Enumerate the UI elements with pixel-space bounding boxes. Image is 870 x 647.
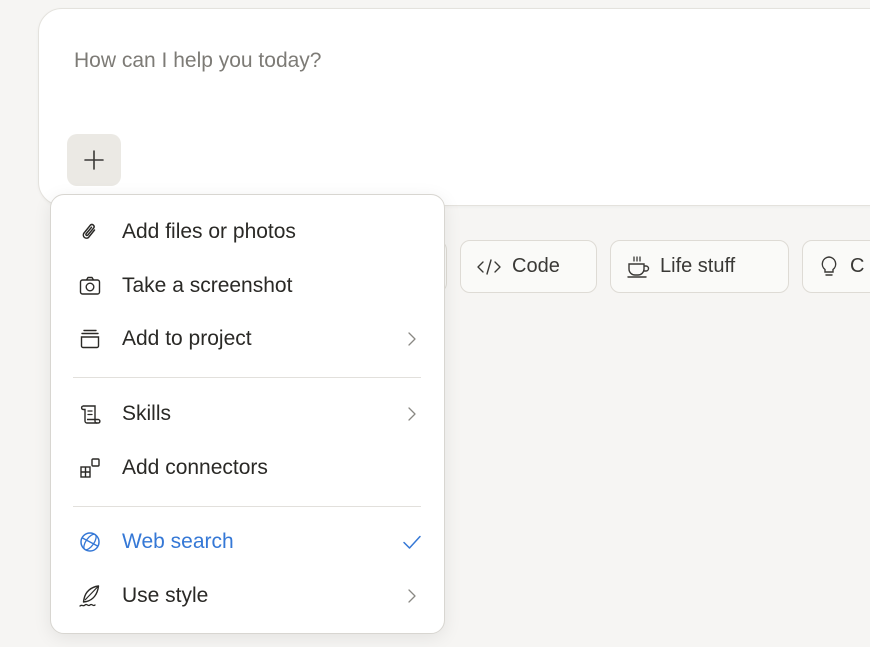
add-attachment-button[interactable] [67, 134, 121, 186]
chevron-right-icon [401, 402, 423, 426]
menu-item-add-connectors[interactable]: Add connectors [65, 445, 431, 491]
suggestion-chip-life-stuff[interactable]: Life stuff [610, 240, 789, 293]
menu-divider [73, 377, 421, 378]
menu-item-take-screenshot[interactable]: Take a screenshot [65, 263, 431, 309]
suggestion-chip-learn[interactable]: C [802, 240, 870, 293]
menu-item-web-search[interactable]: Web search [65, 519, 431, 565]
quill-icon [77, 583, 103, 609]
chat-page: Code Life stuff C [0, 0, 870, 647]
menu-item-label: Add files or photos [122, 220, 296, 243]
menu-item-label: Take a screenshot [122, 274, 293, 297]
code-icon [475, 257, 503, 277]
plus-icon [83, 149, 105, 171]
lightbulb-icon [817, 254, 841, 280]
connectors-grid-icon [77, 455, 103, 481]
menu-item-label: Add to project [122, 327, 252, 350]
menu-item-skills[interactable]: Skills [65, 391, 431, 437]
chevron-right-icon [401, 327, 423, 351]
message-input[interactable] [74, 49, 854, 73]
menu-item-add-files[interactable]: Add files or photos [65, 209, 431, 255]
globe-icon [77, 529, 103, 555]
checkmark-icon [401, 530, 423, 554]
menu-divider [73, 506, 421, 507]
project-stack-icon [77, 326, 103, 352]
menu-item-use-style[interactable]: Use style [65, 573, 431, 619]
chip-label: Code [512, 255, 560, 277]
camera-icon [77, 273, 103, 299]
paperclip-icon [77, 219, 103, 245]
message-composer [38, 8, 870, 206]
menu-item-label: Skills [122, 402, 172, 425]
menu-item-label: Use style [122, 584, 209, 607]
menu-item-add-to-project[interactable]: Add to project [65, 316, 431, 362]
chevron-right-icon [401, 584, 423, 608]
suggestion-chip-code[interactable]: Code [460, 240, 597, 293]
chip-label: C [850, 255, 865, 277]
coffee-cup-icon [625, 254, 651, 280]
scroll-icon [77, 401, 103, 427]
chip-label: Life stuff [660, 255, 736, 277]
menu-item-label: Web search [122, 530, 234, 553]
attachment-menu: Add files or photos Take a screenshot Ad… [50, 194, 445, 634]
menu-item-label: Add connectors [122, 456, 268, 479]
